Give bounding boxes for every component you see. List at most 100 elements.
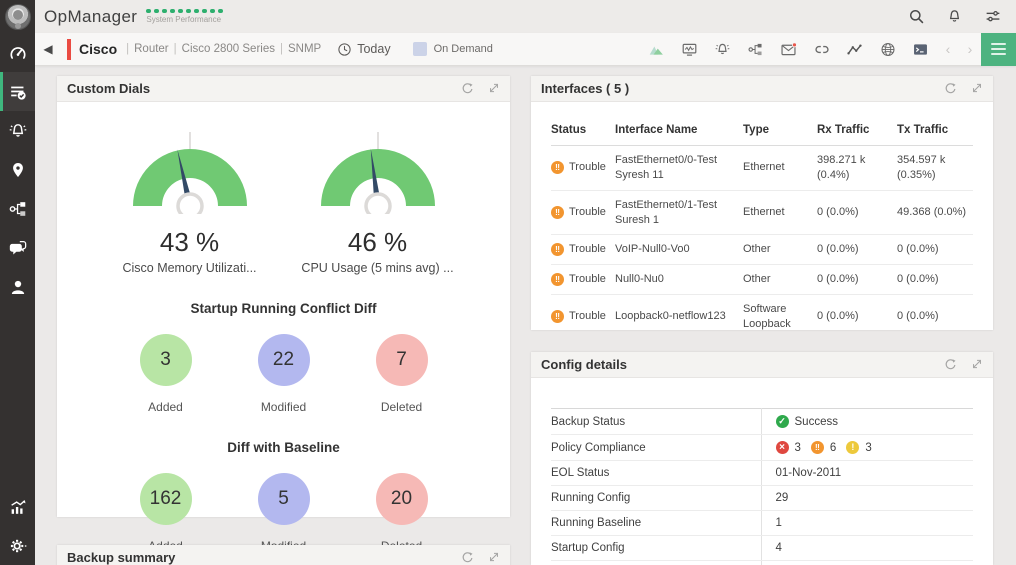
device-toolbar: ◀ Cisco | Router | Cisco 2800 Series | SNMP T…	[35, 32, 1016, 66]
config-row: Policy Compliance × 3 ‼ 6! 3	[551, 434, 973, 461]
expand-icon[interactable]	[971, 358, 983, 371]
refresh-icon[interactable]	[461, 551, 474, 564]
gauge-0: 43 % Cisco Memory Utilizati...	[110, 124, 270, 275]
custom-dials-panel: Custom Dials 43 % Cisco Memory Utilizati…	[57, 76, 510, 553]
expand-icon[interactable]	[488, 82, 500, 95]
breadcrumb-item[interactable]: SNMP	[288, 43, 321, 55]
interface-type: Other	[743, 264, 817, 296]
search-icon[interactable]	[908, 8, 925, 25]
interfaces-column-header: Type	[743, 116, 817, 146]
brand-dot	[146, 8, 151, 13]
trouble-status-icon: ‼	[551, 161, 564, 175]
interface-row[interactable]: ‼ Trouble Loopback0-netflow123 Software L…	[551, 295, 973, 339]
interface-name[interactable]: FastEthernet0/0-Test Syresh 11	[615, 145, 743, 191]
config-details-panel: Config details Backup Status ✓ Success Po…	[531, 352, 993, 565]
config-row: Startup Baseline 1	[551, 560, 973, 565]
gauges-row: 43 % Cisco Memory Utilizati... 46 % CPU …	[57, 124, 510, 275]
critical-count: 3	[794, 441, 801, 454]
brand-dot	[202, 8, 207, 13]
mail-icon[interactable]	[772, 33, 805, 66]
diff-item-modified: 5 Modified	[242, 473, 326, 553]
prev-chevron-icon[interactable]: ‹	[937, 41, 959, 57]
interface-rx: 398.271 k (0.4%)	[817, 145, 897, 191]
interface-name[interactable]: VoIP-Null0-Vo0	[615, 234, 743, 266]
alarm-bell-icon	[8, 121, 28, 141]
brand-dot	[154, 8, 159, 13]
list-check-icon	[8, 82, 28, 102]
sidebar-item-settings[interactable]	[0, 526, 35, 565]
settings-sliders-icon[interactable]	[984, 8, 1002, 25]
on-demand-checkbox[interactable]	[412, 42, 427, 56]
next-chevron-icon[interactable]: ›	[959, 41, 981, 57]
backup-summary-panel: Backup summary	[57, 545, 510, 565]
user-icon	[9, 277, 27, 297]
interface-name[interactable]: FastEthernet0/1-Test Suresh 1	[615, 190, 743, 236]
interface-row[interactable]: ‼ Trouble VoIP-Null0-Vo0 Other 0 (0.0%) 0…	[551, 234, 973, 266]
on-demand-toggle[interactable]: On Demand	[412, 42, 493, 56]
brand-dot	[178, 8, 183, 13]
menu-hamburger-button[interactable]	[981, 32, 1016, 66]
device-name[interactable]: Cisco	[79, 41, 117, 57]
sidebar-item-dashboard[interactable]	[0, 33, 35, 72]
breadcrumb-item[interactable]: Cisco 2800 Series	[182, 43, 275, 55]
diff-item-deleted: 20 Deleted	[360, 473, 444, 553]
interface-row[interactable]: ‼ Trouble FastEthernet0/0-Test Syresh 11 …	[551, 145, 973, 191]
gauge-dial	[320, 132, 435, 220]
line-graph-icon[interactable]	[838, 33, 871, 66]
sidebar-item-maps[interactable]	[0, 150, 35, 189]
globe-icon[interactable]	[871, 33, 904, 66]
notifications-bell-icon[interactable]	[946, 8, 963, 25]
gear-icon	[8, 536, 28, 556]
refresh-icon[interactable]	[944, 358, 957, 371]
refresh-icon[interactable]	[461, 82, 474, 95]
interfaces-header: Interfaces ( 5 )	[531, 76, 993, 102]
terminal-icon[interactable]	[904, 33, 937, 66]
interface-status: Trouble	[569, 310, 606, 323]
config-label: Startup Baseline	[551, 560, 761, 565]
interfaces-column-header: Tx Traffic	[897, 116, 973, 146]
interface-name[interactable]: Loopback0-netflow123	[615, 295, 743, 339]
gauge-1: 46 % CPU Usage (5 mins avg) ...	[298, 124, 458, 275]
interface-rx: 0 (0.0%)	[817, 190, 897, 236]
refresh-icon[interactable]	[944, 82, 957, 95]
config-details-body: Backup Status ✓ Success Policy Compliance…	[531, 378, 993, 565]
expand-icon[interactable]	[488, 551, 500, 564]
interfaces-column-header: Interface Name	[615, 116, 743, 146]
sidebar-item-topology[interactable]	[0, 189, 35, 228]
interface-name[interactable]: Null0-Nu0	[615, 264, 743, 296]
config-row: Backup Status ✓ Success	[551, 408, 973, 435]
back-chevron-icon[interactable]: ◀	[35, 42, 61, 56]
critical-severity-icon: ×	[775, 441, 789, 454]
clock-icon	[338, 42, 351, 56]
interface-row[interactable]: ‼ Trouble Null0-Nu0 Other 0 (0.0%) 0 (0.0…	[551, 264, 973, 296]
interface-row[interactable]: ‼ Trouble FastEthernet0/1-Test Suresh 1 E…	[551, 190, 973, 236]
link-icon[interactable]	[805, 33, 838, 66]
area-chart-icon[interactable]	[640, 33, 673, 66]
custom-dials-header: Custom Dials	[57, 76, 510, 102]
time-filter[interactable]: Today	[337, 42, 391, 57]
diff-section-title: Diff with Baseline	[227, 440, 340, 455]
performance-monitor-icon[interactable]	[673, 33, 706, 66]
sidebar-item-chat[interactable]	[0, 228, 35, 267]
breadcrumb-item[interactable]: Router	[134, 43, 169, 55]
diff-item-deleted: 7 Deleted	[360, 334, 444, 414]
sidebar-item-alarms[interactable]	[0, 111, 35, 150]
alarm-bell-icon[interactable]	[706, 33, 739, 66]
gauge-dial	[132, 132, 247, 220]
config-label: EOL Status	[551, 460, 761, 486]
interface-type: Software Loopback	[743, 303, 791, 330]
sidebar-item-reports[interactable]	[0, 487, 35, 526]
topology-icon[interactable]	[739, 33, 772, 66]
sidebar-item-users[interactable]	[0, 267, 35, 306]
config-details-table: Backup Status ✓ Success Policy Compliance…	[551, 408, 973, 565]
expand-icon[interactable]	[971, 82, 983, 95]
reports-chart-icon	[8, 497, 28, 517]
sidebar-item-inventory[interactable]	[0, 72, 35, 111]
sidebar	[0, 0, 35, 565]
workflow-icon	[8, 199, 28, 219]
interface-tx: 0 (0.0%)	[897, 234, 973, 266]
config-details-header: Config details	[531, 352, 993, 378]
interface-status: Trouble	[569, 273, 606, 286]
user-avatar[interactable]	[0, 0, 35, 33]
